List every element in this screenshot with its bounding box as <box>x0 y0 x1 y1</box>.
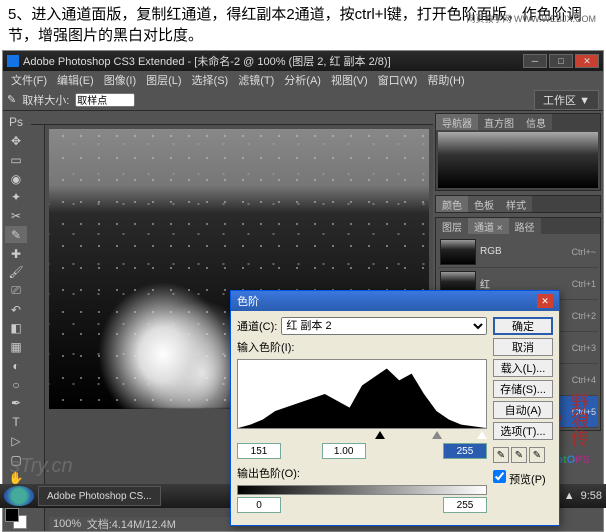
type-tool[interactable]: T <box>5 414 27 431</box>
wand-tool[interactable]: ✦ <box>5 189 27 206</box>
menu-analysis[interactable]: 分析(A) <box>280 71 325 89</box>
titlebar: Adobe Photoshop CS3 Extended - [未命名-2 @ … <box>3 51 603 71</box>
blur-tool[interactable]: ◐ <box>5 358 27 375</box>
input-levels-label: 输入色阶(I): <box>237 339 294 355</box>
color-swatch[interactable] <box>5 508 27 528</box>
dialog-title: 色阶 <box>237 293 259 309</box>
channel-select[interactable]: 红 副本 2 <box>281 317 487 335</box>
tab-navigator[interactable]: 导航器 <box>436 114 478 130</box>
white-point-eyedropper[interactable]: ✎ <box>529 447 545 463</box>
black-point-eyedropper[interactable]: ✎ <box>493 447 509 463</box>
close-button[interactable]: ✕ <box>575 54 599 68</box>
shadow-slider[interactable] <box>375 431 385 439</box>
brush-tool[interactable]: 🖌 <box>5 264 27 281</box>
tab-color[interactable]: 颜色 <box>436 196 468 212</box>
ps-icon <box>7 55 19 67</box>
tray-icon[interactable]: ▲ <box>564 490 575 502</box>
taskbar-item-photoshop[interactable]: Adobe Photoshop CS... <box>38 486 161 506</box>
ruler-horizontal <box>31 111 433 125</box>
minimize-button[interactable]: ─ <box>523 54 547 68</box>
heal-tool[interactable]: ✚ <box>5 245 27 262</box>
pen-tool[interactable]: ✒ <box>5 395 27 412</box>
lasso-tool[interactable]: ◉ <box>5 170 27 187</box>
tab-channels[interactable]: 通道 × <box>468 218 509 234</box>
gradient-tool[interactable]: ▦ <box>5 339 27 356</box>
cancel-button[interactable]: 取消 <box>493 338 553 356</box>
bottom-watermark: sTry.cn <box>10 455 73 478</box>
menu-bar: 文件(F) 编辑(E) 图像(I) 图层(L) 选择(S) 滤镜(T) 分析(A… <box>3 71 603 89</box>
sample-size-input[interactable] <box>75 93 135 107</box>
channel-select-label: 通道(C): <box>237 318 277 334</box>
clock: 9:58 <box>581 490 602 502</box>
menu-help[interactable]: 帮助(H) <box>423 71 468 89</box>
window-title: Adobe Photoshop CS3 Extended - [未命名-2 @ … <box>23 53 523 69</box>
load-button[interactable]: 载入(L)... <box>493 359 553 377</box>
move-tool[interactable]: ✥ <box>5 133 27 150</box>
midtone-slider[interactable] <box>432 431 442 439</box>
navigator-preview[interactable] <box>436 130 600 190</box>
tab-histogram[interactable]: 直方图 <box>478 114 520 130</box>
dialog-close-button[interactable]: ✕ <box>537 294 553 308</box>
gray-point-eyedropper[interactable]: ✎ <box>511 447 527 463</box>
channel-rgb[interactable]: RGBCtrl+~ <box>438 236 598 268</box>
menu-window[interactable]: 窗口(W) <box>374 71 422 89</box>
save-button[interactable]: 存储(S)... <box>493 380 553 398</box>
input-midtone-value[interactable] <box>322 443 366 459</box>
menu-edit[interactable]: 编辑(E) <box>53 71 98 89</box>
menu-layer[interactable]: 图层(L) <box>142 71 185 89</box>
menu-image[interactable]: 图像(I) <box>100 71 140 89</box>
eyedropper-tool[interactable]: ✎ <box>5 226 27 243</box>
ok-button[interactable]: 确定 <box>493 317 553 335</box>
options-bar: ✎ 取样大小: 工作区 ▼ <box>3 89 603 111</box>
tab-styles[interactable]: 样式 <box>500 196 532 212</box>
tab-paths[interactable]: 路径 <box>509 218 541 234</box>
highlight-slider[interactable] <box>477 431 487 439</box>
crop-tool[interactable]: ✂ <box>5 208 27 225</box>
menu-select[interactable]: 选择(S) <box>188 71 233 89</box>
site-watermark: 网页教学网 WWW.WEBJX.COM <box>467 12 597 25</box>
input-slider[interactable] <box>237 431 487 439</box>
menu-file[interactable]: 文件(F) <box>7 71 51 89</box>
sample-size-label: 取样大小: <box>22 92 69 108</box>
options-button[interactable]: 选项(T)... <box>493 422 553 440</box>
history-brush-tool[interactable]: ↶ <box>5 301 27 318</box>
ps-logo-icon: Ps <box>5 114 27 131</box>
tab-swatches[interactable]: 色板 <box>468 196 500 212</box>
marquee-tool[interactable]: ▭ <box>5 151 27 168</box>
maximize-button[interactable]: □ <box>549 54 573 68</box>
menu-view[interactable]: 视图(V) <box>327 71 372 89</box>
levels-dialog: 色阶 ✕ 通道(C): 红 副本 2 输入色阶(I): 输出色阶(O): <box>230 290 560 526</box>
output-shadow-value[interactable] <box>237 497 281 513</box>
tab-info[interactable]: 信息 <box>520 114 552 130</box>
system-tray[interactable]: ▲ 9:58 <box>564 490 602 502</box>
eraser-tool[interactable]: ◧ <box>5 320 27 337</box>
zoom-level[interactable]: 100% <box>53 518 81 530</box>
histogram[interactable] <box>237 359 487 429</box>
tab-layers[interactable]: 图层 <box>436 218 468 234</box>
output-highlight-value[interactable] <box>443 497 487 513</box>
path-tool[interactable]: ▷ <box>5 432 27 449</box>
dodge-tool[interactable]: ○ <box>5 376 27 393</box>
stamp-tool[interactable]: ⎚ <box>5 283 27 300</box>
menu-filter[interactable]: 滤镜(T) <box>234 71 278 89</box>
preview-checkbox[interactable]: 预览(P) <box>493 470 553 487</box>
instruction-text: 5、进入通道面版，复制红通道，得红副本2通道，按ctrl+l键，打开色阶面版，作… <box>0 0 606 50</box>
workspace-button[interactable]: 工作区 ▼ <box>534 90 599 110</box>
doc-info: 文档:4.14M/12.4M <box>87 516 176 531</box>
eyedropper-icon: ✎ <box>7 93 16 106</box>
output-levels-label: 输出色阶(O): <box>237 465 300 481</box>
start-button[interactable] <box>4 486 34 506</box>
input-highlight-value[interactable] <box>443 443 487 459</box>
dialog-titlebar[interactable]: 色阶 ✕ <box>231 291 559 311</box>
auto-button[interactable]: 自动(A) <box>493 401 553 419</box>
input-shadow-value[interactable] <box>237 443 281 459</box>
output-gradient[interactable] <box>237 485 487 495</box>
